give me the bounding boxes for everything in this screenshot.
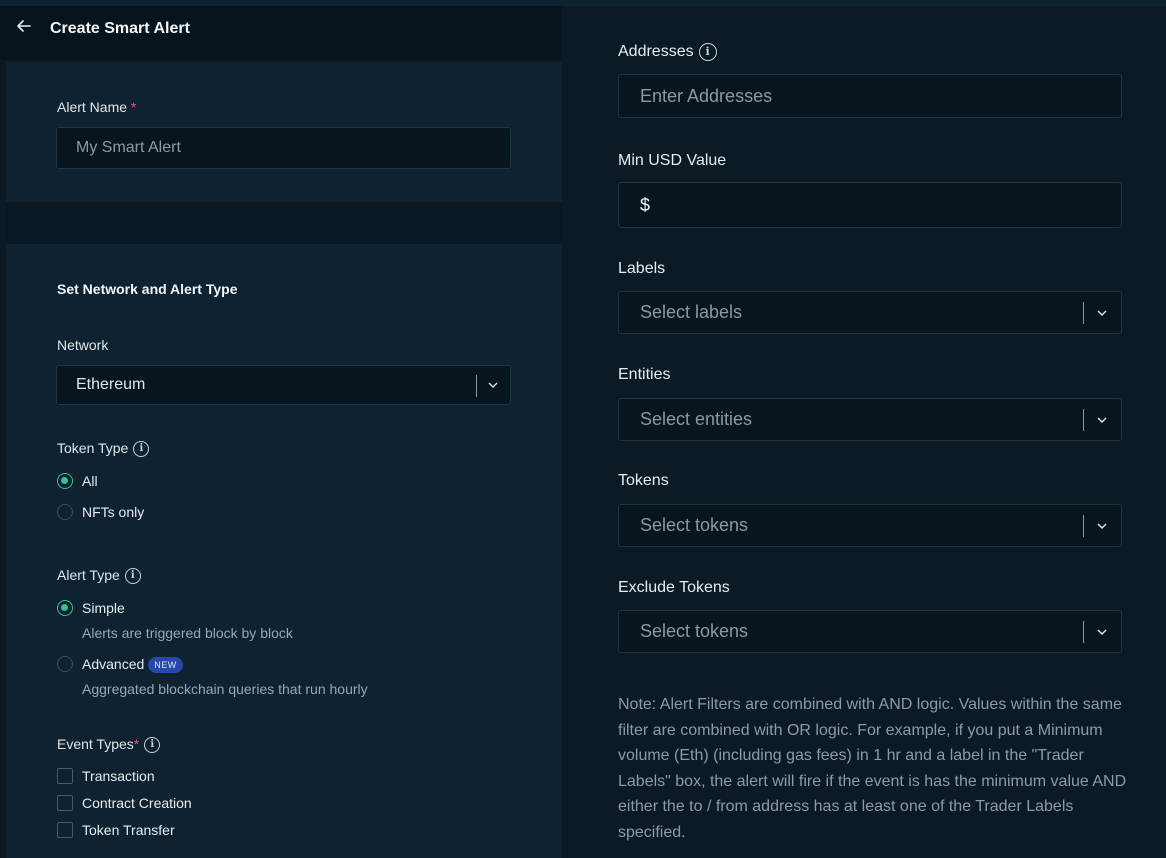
tokens-select[interactable]: Select tokens: [618, 504, 1122, 547]
page-title: Create Smart Alert: [50, 20, 190, 37]
min-usd-label: Min USD Value: [618, 152, 727, 169]
token-type-nfts-radio[interactable]: [57, 504, 73, 520]
token-type-all-radio[interactable]: [57, 473, 73, 489]
select-separator: [476, 375, 477, 397]
entities-placeholder: Select entities: [640, 409, 753, 429]
addresses-placeholder: Enter Addresses: [640, 85, 773, 106]
left-column: Create Smart Alert Alert Name * My Smart…: [0, 0, 565, 858]
required-mark: *: [133, 736, 140, 752]
arrow-left-icon[interactable]: [14, 16, 34, 36]
select-separator: [1083, 409, 1084, 431]
info-icon[interactable]: i: [144, 737, 161, 754]
alert-type-simple-label: Simple: [82, 600, 125, 616]
alert-name-placeholder: My Smart Alert: [76, 139, 181, 156]
tokens-placeholder: Select tokens: [640, 515, 749, 535]
chevron-down-icon[interactable]: [1096, 626, 1108, 638]
alert-type-simple-radio[interactable]: [57, 600, 73, 616]
tokens-label: Tokens: [618, 472, 669, 489]
new-badge: NEW: [148, 657, 183, 674]
addresses-label: Addresses i: [618, 43, 717, 61]
network-value: Ethereum: [76, 376, 146, 393]
event-contract-creation-label: Contract Creation: [82, 795, 192, 811]
alert-type-label: Alert Type i: [57, 567, 141, 585]
exclude-tokens-select[interactable]: Select tokens: [618, 610, 1122, 653]
info-icon[interactable]: i: [124, 568, 141, 585]
event-contract-creation-checkbox[interactable]: [57, 795, 73, 811]
exclude-tokens-placeholder: Select tokens: [640, 621, 749, 641]
filters-note: Note: Alert Filters are combined with AN…: [618, 696, 1127, 841]
chevron-down-icon[interactable]: [1096, 414, 1108, 426]
page-header: Create Smart Alert: [0, 6, 562, 60]
alert-type-advanced-description: Aggregated blockchain queries that run h…: [82, 681, 368, 697]
event-transaction-checkbox[interactable]: [57, 768, 73, 784]
alert-name-label: Alert Name *: [57, 99, 137, 115]
event-token-transfer-checkbox[interactable]: [57, 822, 73, 838]
info-icon[interactable]: i: [133, 441, 150, 458]
select-separator: [1083, 621, 1084, 643]
addresses-input[interactable]: Enter Addresses: [618, 74, 1122, 118]
event-token-transfer-label: Token Transfer: [82, 822, 175, 838]
chevron-down-icon[interactable]: [487, 379, 499, 391]
token-type-nfts-label: NFTs only: [82, 504, 145, 520]
select-separator: [1083, 515, 1084, 537]
alert-name-input[interactable]: My Smart Alert: [56, 127, 511, 169]
panel-divider: [6, 202, 562, 244]
chevron-down-icon[interactable]: [1096, 307, 1108, 319]
labels-label: Labels: [618, 260, 666, 277]
token-type-all-label: All: [82, 473, 98, 489]
dollar-prefix: $: [640, 194, 651, 215]
entities-select[interactable]: Select entities: [618, 398, 1122, 441]
token-type-label: Token Type i: [57, 440, 150, 458]
entities-label: Entities: [618, 366, 671, 383]
select-separator: [1083, 302, 1084, 324]
network-section-title: Set Network and Alert Type: [57, 281, 238, 297]
required-mark: *: [130, 99, 137, 115]
event-types-label: Event Types* i: [57, 736, 161, 754]
info-icon[interactable]: i: [698, 43, 717, 61]
alert-type-simple-description: Alerts are triggered block by block: [82, 625, 293, 641]
alert-type-advanced-radio[interactable]: [57, 656, 73, 672]
exclude-tokens-label: Exclude Tokens: [618, 579, 730, 596]
labels-placeholder: Select labels: [640, 302, 743, 322]
network-select[interactable]: Ethereum: [56, 365, 511, 405]
chevron-down-icon[interactable]: [1096, 520, 1108, 532]
labels-select[interactable]: Select labels: [618, 291, 1122, 334]
min-usd-input[interactable]: $: [618, 182, 1122, 228]
network-label: Network: [57, 337, 109, 353]
alert-type-advanced-label: Advanced NEW: [82, 656, 183, 674]
event-transaction-label: Transaction: [82, 768, 155, 784]
